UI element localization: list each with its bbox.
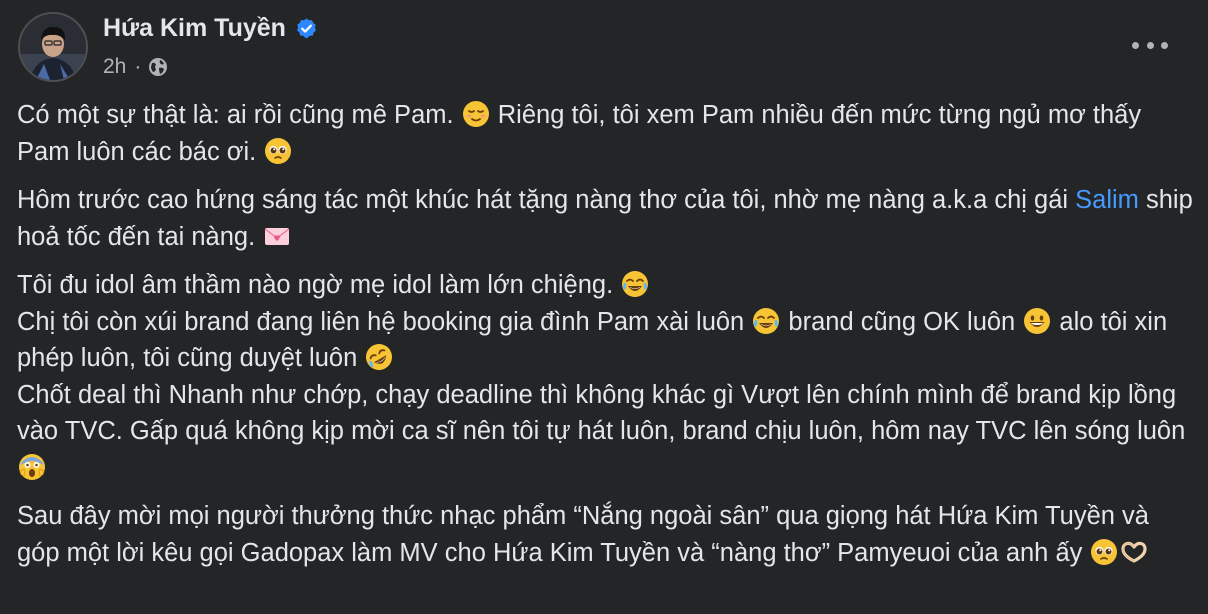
post-meta: 2h · (103, 55, 168, 79)
post-timestamp[interactable]: 2h (103, 55, 126, 79)
post-paragraph-2: Hôm trước cao hứng sáng tác một khúc hát… (17, 182, 1197, 255)
more-dot (1161, 41, 1168, 49)
face-screaming-in-fear-emoji (18, 453, 46, 481)
post-text: Hôm trước cao hứng sáng tác một khúc hát… (17, 186, 1076, 214)
rolling-on-floor-laughing-emoji (365, 343, 393, 371)
pleading-face-emoji (264, 137, 292, 165)
post-body: Có một sự thật là: ai rồi cũng mê Pam. R… (17, 97, 1197, 571)
face-with-tears-of-joy-emoji (752, 307, 780, 335)
heart-hands-emoji (1120, 538, 1148, 566)
post-text: Chốt deal thì Nhanh như chớp, chạy deadl… (17, 380, 1186, 446)
verified-badge-icon (295, 17, 318, 40)
author-name[interactable]: Hứa Kim Tuyền (103, 14, 286, 43)
mention-link-salim[interactable]: Salim (1075, 186, 1139, 214)
post-text: Có một sự thật là: ai rồi cũng mê Pam. (17, 101, 461, 129)
post-author[interactable]: Hứa Kim Tuyền (103, 14, 318, 43)
avatar[interactable] (18, 12, 88, 82)
post-text: Tôi đu idol âm thầm nào ngờ mẹ idol làm … (17, 271, 621, 299)
relieved-face-emoji (462, 100, 490, 128)
more-dot (1146, 41, 1154, 49)
more-dot (1132, 41, 1139, 49)
post-text: Sau đây mời mọi người thưởng thức nhạc p… (17, 502, 1149, 567)
globe-icon[interactable] (148, 57, 168, 77)
pleading-face-emoji (1090, 538, 1118, 566)
more-options-icon[interactable] (1132, 30, 1168, 60)
post-paragraph-3: Tôi đu idol âm thầm nào ngờ mẹ idol làm … (17, 267, 1197, 486)
post-text: brand cũng OK luôn (781, 307, 1023, 336)
post-text: Chị tôi còn xúi brand đang liên hệ booki… (17, 307, 752, 336)
grinning-face-emoji (1023, 307, 1051, 335)
meta-separator: · (134, 55, 142, 78)
love-letter-emoji (263, 222, 291, 250)
face-with-tears-of-joy-emoji (621, 270, 649, 298)
post-paragraph-4: Sau đây mời mọi người thưởng thức nhạc p… (17, 498, 1197, 571)
post-paragraph-1: Có một sự thật là: ai rồi cũng mê Pam. R… (17, 97, 1197, 170)
